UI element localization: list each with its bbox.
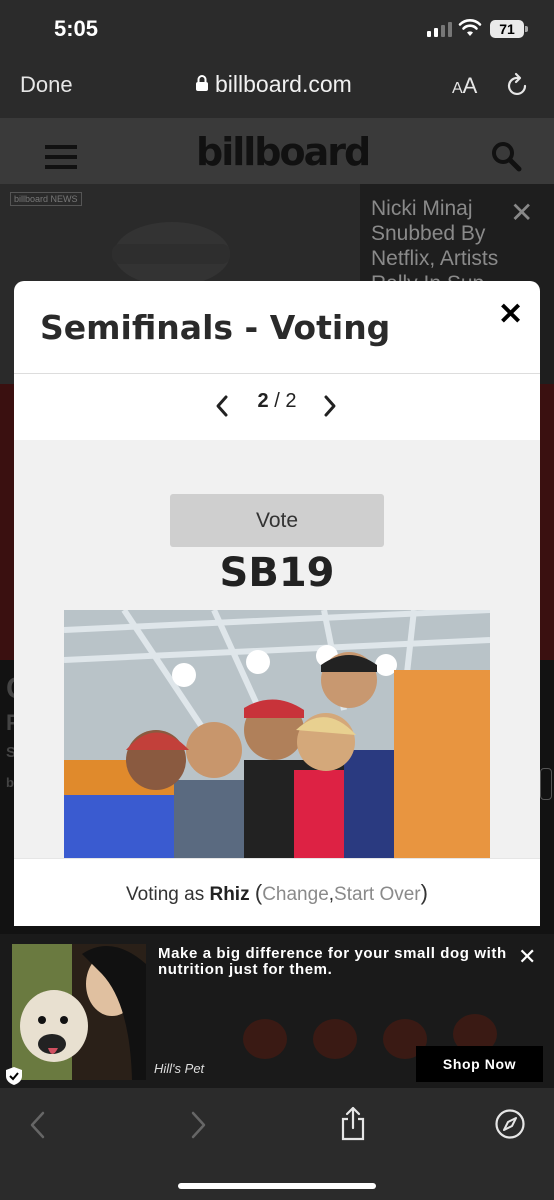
forward-icon[interactable]	[188, 1110, 208, 1145]
news-badge: billboard NEWS	[10, 192, 82, 206]
paren-close: )	[420, 880, 428, 905]
ad-image[interactable]	[12, 944, 146, 1080]
contestant-photo	[64, 610, 490, 858]
shop-now-button[interactable]: Shop Now	[416, 1046, 543, 1082]
vote-button[interactable]: Vote	[170, 494, 384, 547]
ad-headline[interactable]: Make a big difference for your small dog…	[158, 946, 508, 978]
close-icon[interactable]: ✕	[518, 944, 536, 970]
pager-total: 2	[285, 390, 297, 412]
home-indicator	[178, 1183, 376, 1189]
voting-as-prefix: Voting as	[126, 884, 205, 905]
search-icon[interactable]	[490, 140, 522, 177]
change-link[interactable]: Change	[262, 884, 329, 905]
modal-title: Semifinals - Voting	[40, 308, 391, 347]
reload-icon[interactable]	[506, 72, 530, 103]
billboard-logo[interactable]: billboard	[196, 130, 371, 174]
close-icon[interactable]: ✕	[498, 297, 523, 332]
voter-name: Rhiz	[209, 884, 250, 905]
status-time: 5:05	[54, 16, 99, 41]
compass-icon[interactable]	[494, 1108, 526, 1145]
url-text: billboard.com	[215, 71, 352, 97]
battery-indicator: 71	[490, 20, 524, 38]
modal-divider	[14, 373, 540, 374]
menu-icon[interactable]	[45, 145, 77, 175]
ad-brand: Hill's Pet	[154, 1061, 205, 1076]
chevron-right-icon[interactable]	[322, 394, 338, 423]
background-element	[540, 768, 552, 800]
wifi-icon	[458, 18, 482, 43]
text-size-label: A	[462, 73, 478, 98]
share-icon[interactable]	[338, 1106, 368, 1147]
voting-as-line: Voting as Rhiz (Change,Start Over)	[14, 880, 540, 906]
address-bar[interactable]: billboard.com	[195, 71, 352, 98]
contestant-name: SB19	[219, 550, 335, 596]
shield-icon[interactable]	[4, 1066, 24, 1086]
battery-tip	[525, 26, 528, 32]
pager: 2 / 2	[14, 390, 540, 413]
chevron-left-icon[interactable]	[214, 394, 230, 423]
close-icon[interactable]: ✕	[510, 196, 533, 229]
back-icon[interactable]	[28, 1110, 48, 1145]
cellular-signal-icon	[427, 22, 452, 37]
pager-separator: /	[274, 390, 280, 412]
text-size-button[interactable]: AA	[452, 73, 477, 99]
done-button[interactable]: Done	[20, 72, 73, 98]
pager-current: 2	[257, 390, 269, 412]
background-text: b	[6, 775, 14, 790]
start-over-link[interactable]: Start Over	[334, 884, 421, 905]
lock-icon	[195, 71, 209, 98]
